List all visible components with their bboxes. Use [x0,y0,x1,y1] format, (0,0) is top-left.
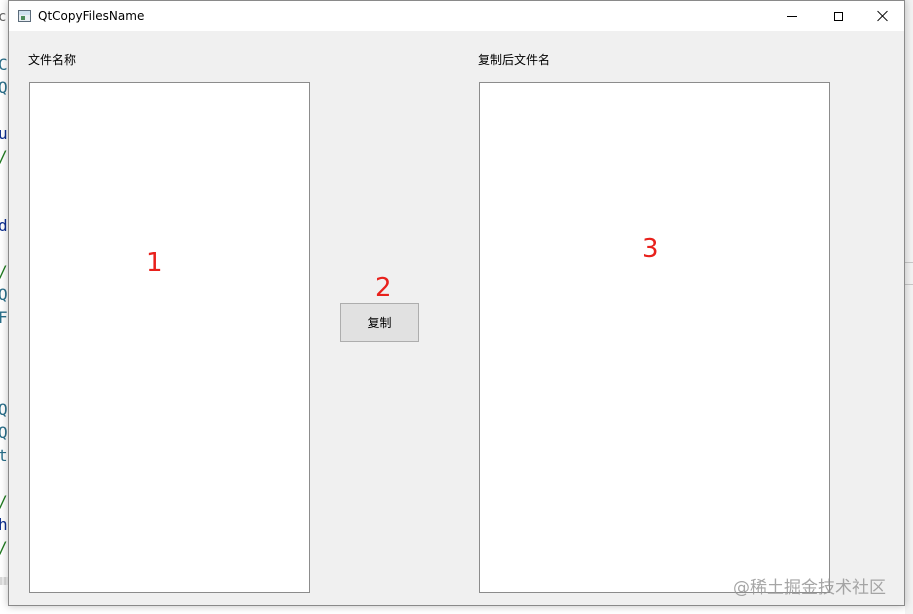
background-divider [905,284,913,285]
close-button[interactable] [860,1,906,31]
maximize-icon [833,11,843,21]
minimize-icon [787,15,797,17]
editor-fragment: / [0,540,8,556]
editor-fragment: c [0,9,7,25]
editor-fragment: / [0,149,8,165]
app-window-icon [18,10,31,22]
editor-fragment: Q [0,423,8,442]
annotation-marker-3: 3 [642,234,659,264]
close-icon [877,10,889,22]
editor-fragment: F [0,308,8,327]
editor-fragment: Q [0,78,8,97]
background-right-strip [905,0,913,614]
copied-files-label: 复制后文件名 [478,53,551,67]
editor-fragment: h [0,515,8,534]
source-files-list[interactable] [29,82,310,593]
desktop-stage: c Co Q ui / d / Q F Q Q t / h / QtCopyFi… [0,0,913,614]
copy-button[interactable]: 复制 [340,303,419,342]
minimize-button[interactable] [769,1,815,31]
app-window: QtCopyFilesName 文件名称 复制后文件名 复制 1 2 3 [8,0,905,606]
editor-fragment: d [0,216,8,235]
editor-fragment: Q [0,285,8,304]
background-divider [905,262,913,263]
annotation-marker-2: 2 [375,273,392,303]
editor-fragment: t [0,446,8,465]
editor-fragment: / [0,494,8,510]
editor-fragment: / [0,264,8,280]
source-files-label: 文件名称 [28,53,77,67]
editor-fragment: Q [0,400,8,419]
title-bar[interactable]: QtCopyFilesName [9,1,904,31]
annotation-marker-1: 1 [146,248,163,278]
window-title: QtCopyFilesName [38,9,145,23]
copied-files-list[interactable] [479,82,830,593]
watermark: @稀土掘金技术社区 [733,578,886,598]
maximize-button[interactable] [815,1,861,31]
